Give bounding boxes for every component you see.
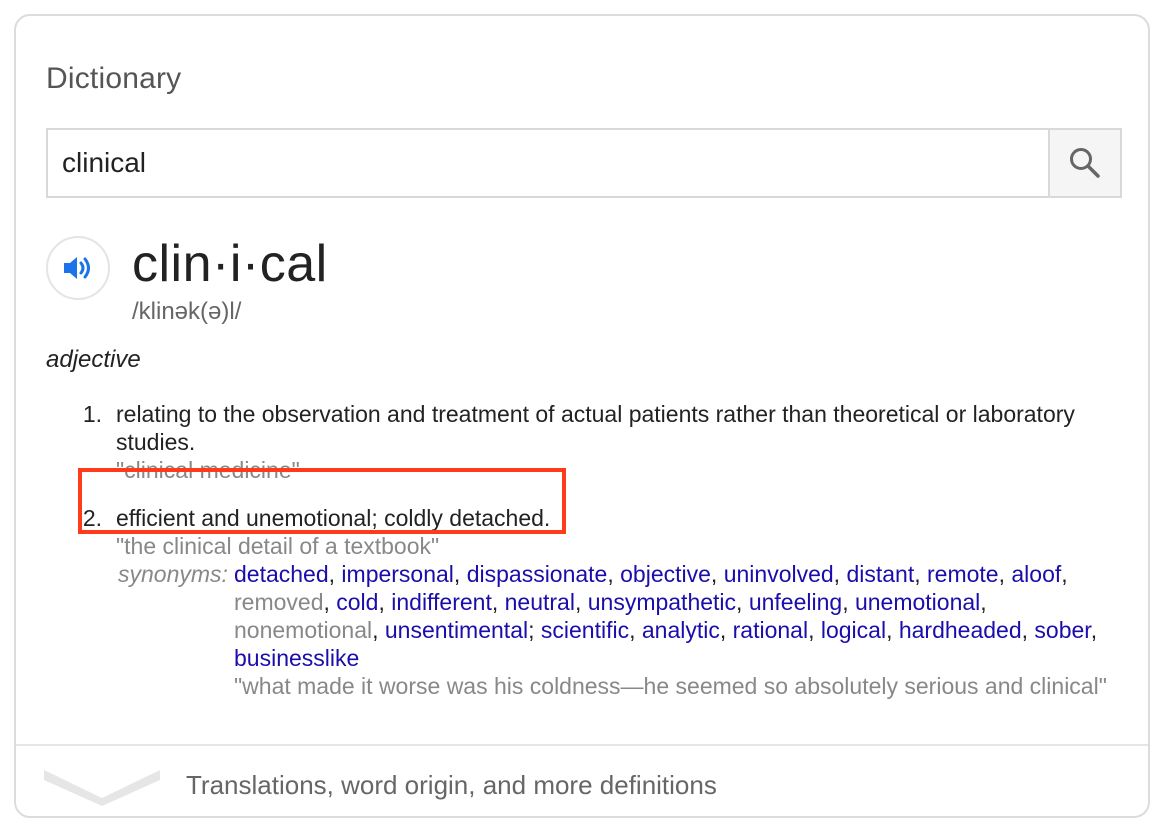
synonym-aloof[interactable]: aloof	[1011, 561, 1061, 587]
synonym-sober[interactable]: sober	[1034, 617, 1090, 643]
sense-number: 2.	[82, 505, 102, 531]
synonyms-line: nonemotional, unsentimental; scientific,…	[234, 617, 1098, 643]
synonyms-label: synonyms:	[118, 561, 228, 587]
synonym-unsentimental[interactable]: unsentimental	[385, 617, 528, 643]
synonym-analytic[interactable]: analytic	[642, 617, 720, 643]
search-button[interactable]	[1048, 130, 1120, 196]
expand-chevron-button[interactable]	[42, 764, 162, 813]
definition-text: relating to the observation and treatmen…	[116, 400, 1136, 456]
synonym-neutral[interactable]: neutral	[505, 589, 575, 615]
synonyms-line: detached, impersonal, dispassionate, obj…	[234, 561, 1068, 587]
search-input[interactable]	[48, 130, 1048, 196]
synonym-logical[interactable]: logical	[821, 617, 886, 643]
synonym-distant[interactable]: distant	[846, 561, 914, 587]
synonym-indifferent[interactable]: indifferent	[391, 589, 492, 615]
pronunciation-speaker-button[interactable]	[46, 236, 110, 300]
synonym-remote[interactable]: remote	[927, 561, 999, 587]
example-sentence: "the clinical detail of a textbook"	[116, 533, 440, 559]
definition-text: efficient and unemotional; coldly detach…	[116, 505, 551, 531]
synonym-unfeeling[interactable]: unfeeling	[749, 589, 842, 615]
definition-line: studies.	[116, 429, 196, 455]
example-sentence: "clinical medicine"	[116, 457, 300, 483]
dictionary-card: Dictionary clin·i·cal /klinək(ə)l/ adjec…	[14, 14, 1150, 818]
divider	[16, 744, 1148, 746]
synonym-detached[interactable]: detached	[234, 561, 329, 587]
synonyms-line: removed, cold, indifferent, neutral, uns…	[234, 589, 987, 615]
headword: clin·i·cal	[132, 235, 328, 293]
synonym-unsympathetic[interactable]: unsympathetic	[588, 589, 736, 615]
synonym-cold[interactable]: cold	[336, 589, 378, 615]
part-of-speech: adjective	[46, 346, 141, 373]
synonym-scientific[interactable]: scientific	[541, 617, 629, 643]
sense-number: 1.	[82, 401, 102, 427]
synonyms-line: businesslike	[234, 644, 1134, 672]
synonym-unemotional[interactable]: unemotional	[855, 589, 980, 615]
chevron-down-icon	[44, 770, 160, 806]
speaker-icon	[64, 257, 90, 279]
more-definitions-link[interactable]: Translations, word origin, and more defi…	[186, 770, 717, 801]
synonym-example-sentence: "what made it worse was his coldness—he …	[234, 673, 1107, 699]
synonym-nonemotional: nonemotional	[234, 617, 373, 643]
synonym-removed: removed	[234, 589, 324, 615]
card-title: Dictionary	[46, 62, 182, 95]
search-icon	[1070, 148, 1100, 178]
synonym-hardheaded[interactable]: hardheaded	[899, 617, 1022, 643]
phonetic-spelling: /klinək(ə)l/	[132, 298, 242, 325]
synonym-impersonal[interactable]: impersonal	[341, 561, 454, 587]
synonym-businesslike[interactable]: businesslike	[234, 645, 359, 671]
synonym-rational[interactable]: rational	[733, 617, 808, 643]
definition-line: relating to the observation and treatmen…	[116, 401, 1075, 427]
synonym-dispassionate[interactable]: dispassionate	[467, 561, 608, 587]
synonym-objective[interactable]: objective	[620, 561, 711, 587]
synonym-uninvolved[interactable]: uninvolved	[724, 561, 834, 587]
search-box	[46, 128, 1122, 198]
